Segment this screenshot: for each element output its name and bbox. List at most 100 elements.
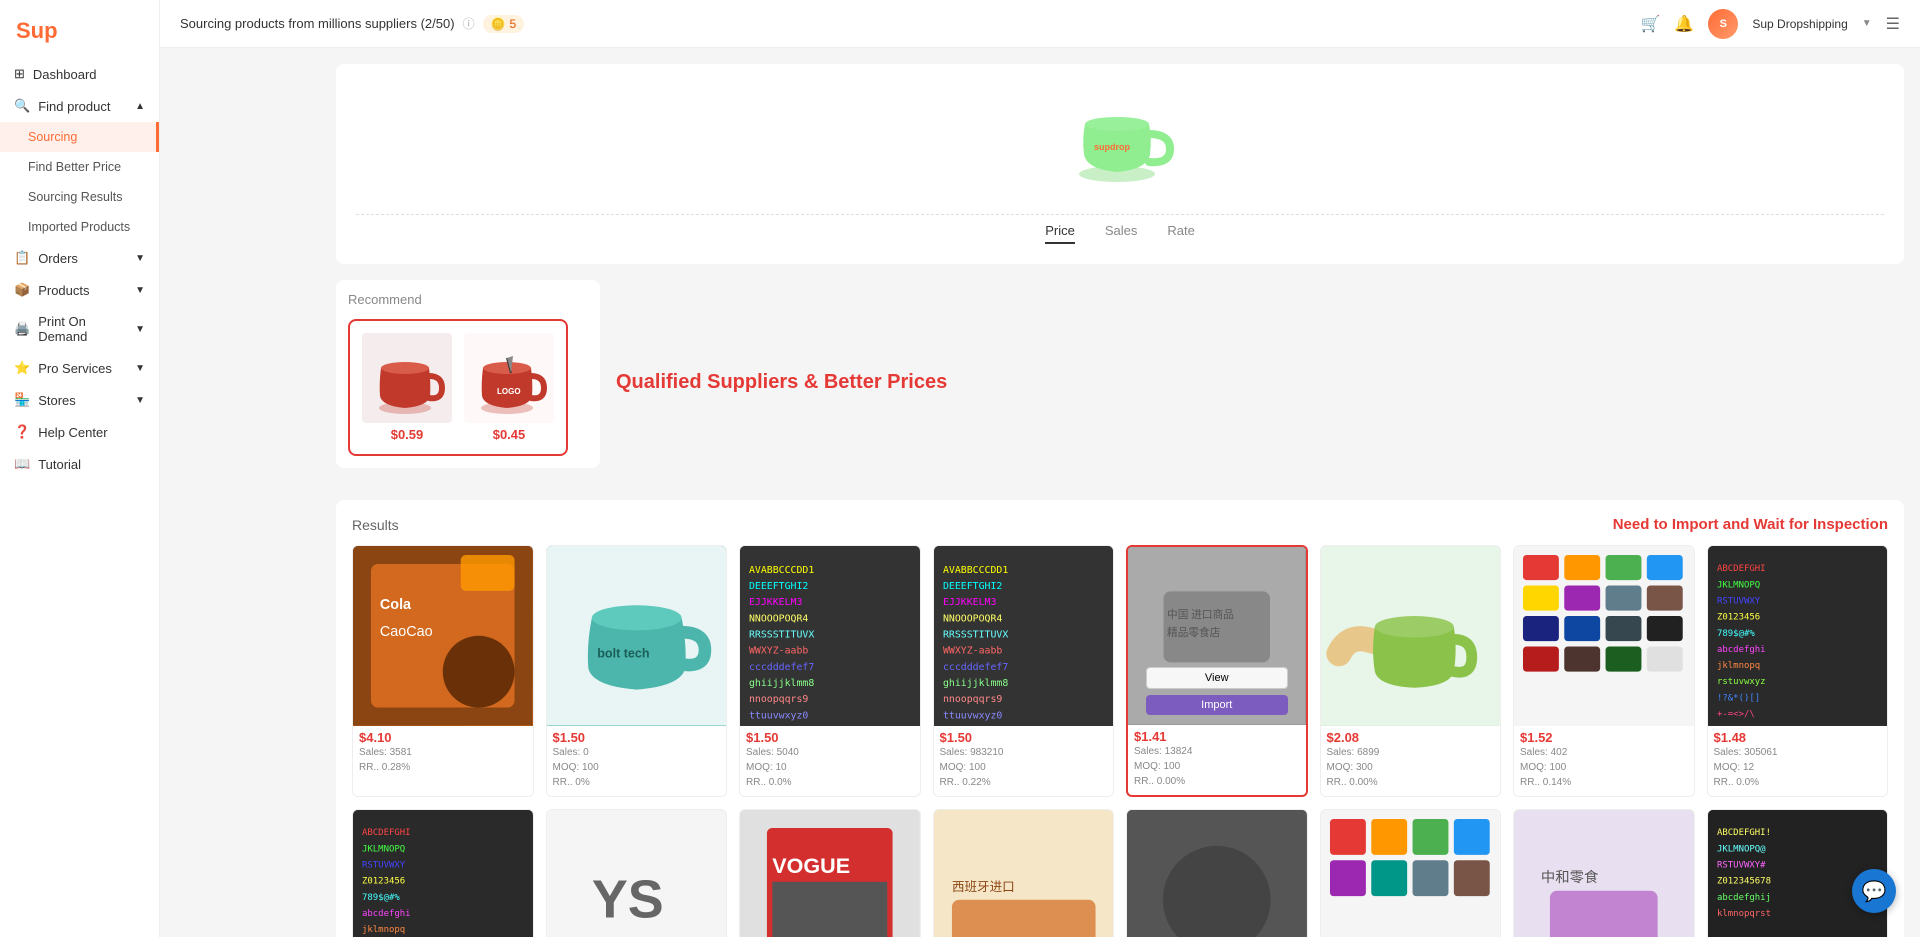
- product-card-r2-1[interactable]: ABCDEFGHI JKLMNOPQ RSTUVWXY Z0123456 789…: [352, 809, 534, 937]
- svg-text:精品零食店: 精品零食店: [1167, 626, 1221, 639]
- tab-rate[interactable]: Rate: [1167, 223, 1194, 244]
- sidebar-item-sourcing[interactable]: Sourcing: [0, 122, 159, 152]
- tab-price[interactable]: Price: [1045, 223, 1075, 244]
- chevron-down-user-icon[interactable]: ▼: [1862, 18, 1872, 29]
- recommend-img-1: [362, 333, 452, 423]
- meta-5: Sales: 13824MOQ: 100RR.. 0.00%: [1134, 744, 1300, 789]
- svg-text:ghiijjklmm8: ghiijjklmm8: [942, 678, 1007, 689]
- product-img-r2-6: [1321, 810, 1501, 937]
- sidebar-label-pod: Print On Demand: [38, 314, 127, 344]
- bell-icon[interactable]: 🔔: [1674, 14, 1694, 34]
- help-circle-icon: ⓘ: [463, 15, 475, 32]
- sidebar-item-help-center[interactable]: ❓ Help Center: [0, 416, 159, 448]
- product-img-1: Cola CaoCao: [353, 546, 533, 726]
- sidebar-label-find-product: Find product: [38, 99, 110, 114]
- recommend-product-2[interactable]: LOGO $0.45: [464, 333, 554, 442]
- svg-text:ABCDEFGHI!: ABCDEFGHI!: [1716, 828, 1770, 838]
- svg-text:RSTUVWXY: RSTUVWXY: [362, 860, 406, 870]
- meta-1: Sales: 3581RR.. 0.28%: [359, 745, 527, 775]
- recommend-product-1[interactable]: $0.59: [362, 333, 452, 442]
- sidebar-item-tutorial[interactable]: 📖 Tutorial: [0, 448, 159, 480]
- meta-7: Sales: 402MOQ: 100RR.. 0.14%: [1520, 745, 1688, 790]
- product-card-4[interactable]: AVABBCCCDD1 DEEEFTGHI2 EJJKKELM3 NNOOOPO…: [933, 545, 1115, 797]
- view-button-5[interactable]: View: [1146, 667, 1288, 689]
- chevron-down-icon-5: ▼: [135, 395, 145, 406]
- svg-text:Cola: Cola: [380, 597, 412, 613]
- product-card-3[interactable]: AVABBCCCDD1 DEEEFTGHI2 EJJKKELM3 NNOOOPO…: [739, 545, 921, 797]
- help-icon: ❓: [14, 424, 30, 440]
- recommend-price-2: $0.45: [493, 427, 526, 442]
- sidebar-label-products: Products: [38, 283, 89, 298]
- sidebar-item-sourcing-results[interactable]: Sourcing Results: [0, 182, 159, 212]
- product-card-r2-2[interactable]: YS: [546, 809, 728, 937]
- sidebar-label-sourcing: Sourcing: [28, 130, 77, 144]
- product-card-r2-5[interactable]: [1126, 809, 1308, 937]
- svg-text:NNOOOPOQR4: NNOOOPOQR4: [942, 613, 1001, 624]
- product-card-r2-6[interactable]: [1320, 809, 1502, 937]
- coin-icon: 🪙: [491, 17, 506, 31]
- svg-text:WWXYZ-aabb: WWXYZ-aabb: [749, 646, 808, 657]
- product-card-r2-7[interactable]: 中和零食: [1513, 809, 1695, 937]
- meta-8: Sales: 305061MOQ: 12RR.. 0.0%: [1714, 745, 1882, 790]
- need-import-label: Need to Import and Wait for Inspection: [1613, 516, 1888, 533]
- svg-text:rstuvwxyz: rstuvwxyz: [1716, 677, 1765, 687]
- product-info-2: $1.50 Sales: 0MOQ: 100RR.. 0%: [547, 726, 727, 796]
- results-title: Results: [352, 517, 399, 533]
- product-info-5: $1.41 Sales: 13824MOQ: 100RR.. 0.00%: [1128, 725, 1306, 795]
- price-4: $1.50: [940, 730, 1108, 745]
- meta-4: Sales: 983210MOQ: 100RR.. 0.22%: [940, 745, 1108, 790]
- product-card-7[interactable]: $1.52 Sales: 402MOQ: 100RR.. 0.14%: [1513, 545, 1695, 797]
- svg-text:abcdefghi: abcdefghi: [362, 908, 411, 918]
- sidebar-label-orders: Orders: [38, 251, 78, 266]
- svg-text:789$@#%: 789$@#%: [362, 892, 400, 902]
- results-header: Results Need to Import and Wait for Insp…: [352, 516, 1888, 533]
- topbar-right: 🛒 🔔 S Sup Dropshipping ▼ ☰: [1641, 9, 1901, 39]
- product-card-2[interactable]: bolt tech $1.50 Sales: 0MOQ: 100RR.. 0%: [546, 545, 728, 797]
- svg-text:NNOOOPOQR4: NNOOOPOQR4: [749, 613, 808, 624]
- sidebar-item-find-better-price[interactable]: Find Better Price: [0, 152, 159, 182]
- app-logo: Sup: [0, 8, 159, 58]
- banner-mug-image: supdrop: [1060, 84, 1180, 194]
- product-info-8: $1.48 Sales: 305061MOQ: 12RR.. 0.0%: [1708, 726, 1888, 796]
- sidebar-item-find-product[interactable]: 🔍 Find product ▲: [0, 90, 159, 122]
- cart-icon[interactable]: 🛒: [1641, 14, 1661, 34]
- sidebar-item-pro-services[interactable]: ⭐ Pro Services ▼: [0, 352, 159, 384]
- dashboard-icon: ⊞: [14, 66, 25, 82]
- svg-text:RSTUVWXY: RSTUVWXY: [1716, 596, 1760, 606]
- tab-sales[interactable]: Sales: [1105, 223, 1138, 244]
- product-img-2: bolt tech: [547, 546, 727, 726]
- sidebar-item-print-on-demand[interactable]: 🖨️ Print On Demand ▼: [0, 306, 159, 352]
- product-info-1: $4.10 Sales: 3581RR.. 0.28%: [353, 726, 533, 781]
- find-product-icon: 🔍: [14, 98, 30, 114]
- sidebar-label-imported-products: Imported Products: [28, 220, 130, 234]
- price-7: $1.52: [1520, 730, 1688, 745]
- product-img-r2-7: 中和零食: [1514, 810, 1694, 937]
- price-6: $2.08: [1327, 730, 1495, 745]
- avatar[interactable]: S: [1708, 9, 1738, 39]
- price-3: $1.50: [746, 730, 914, 745]
- svg-text:cccdddefef7: cccdddefef7: [749, 662, 814, 673]
- recommend-title: Recommend: [348, 292, 588, 307]
- sidebar-item-orders[interactable]: 📋 Orders ▼: [0, 242, 159, 274]
- product-overlay-5: View Import: [1146, 667, 1288, 715]
- product-card-5[interactable]: 中国 进口商品 精品零食店 View Import $1.41 Sales: 1…: [1126, 545, 1308, 797]
- menu-icon[interactable]: ☰: [1886, 14, 1900, 34]
- product-card-r2-3[interactable]: VOGUE: [739, 809, 921, 937]
- product-info-4: $1.50 Sales: 983210MOQ: 100RR.. 0.22%: [934, 726, 1114, 796]
- product-card-1[interactable]: Cola CaoCao $4.10 Sales: 3581RR.. 0.28%: [352, 545, 534, 797]
- product-card-8[interactable]: ABCDEFGHI JKLMNOPQ RSTUVWXY Z0123456 789…: [1707, 545, 1889, 797]
- sidebar-item-products[interactable]: 📦 Products ▼: [0, 274, 159, 306]
- svg-text:LOGO: LOGO: [497, 387, 521, 396]
- svg-text:RRSSSTITUVX: RRSSSTITUVX: [749, 630, 814, 641]
- sidebar-label-tutorial: Tutorial: [38, 457, 81, 472]
- sidebar-item-dashboard[interactable]: ⊞ Dashboard: [0, 58, 159, 90]
- import-button-5[interactable]: Import: [1146, 695, 1288, 715]
- sidebar-item-stores[interactable]: 🏪 Stores ▼: [0, 384, 159, 416]
- product-card-r2-4[interactable]: 西班牙进口: [933, 809, 1115, 937]
- products-icon: 📦: [14, 282, 30, 298]
- meta-6: Sales: 6899MOQ: 300RR.. 0.00%: [1327, 745, 1495, 790]
- chat-button[interactable]: 💬: [1852, 869, 1896, 913]
- sidebar-item-imported-products[interactable]: Imported Products: [0, 212, 159, 242]
- product-card-6[interactable]: $2.08 Sales: 6899MOQ: 300RR.. 0.00%: [1320, 545, 1502, 797]
- user-label: Sup Dropshipping: [1752, 17, 1847, 31]
